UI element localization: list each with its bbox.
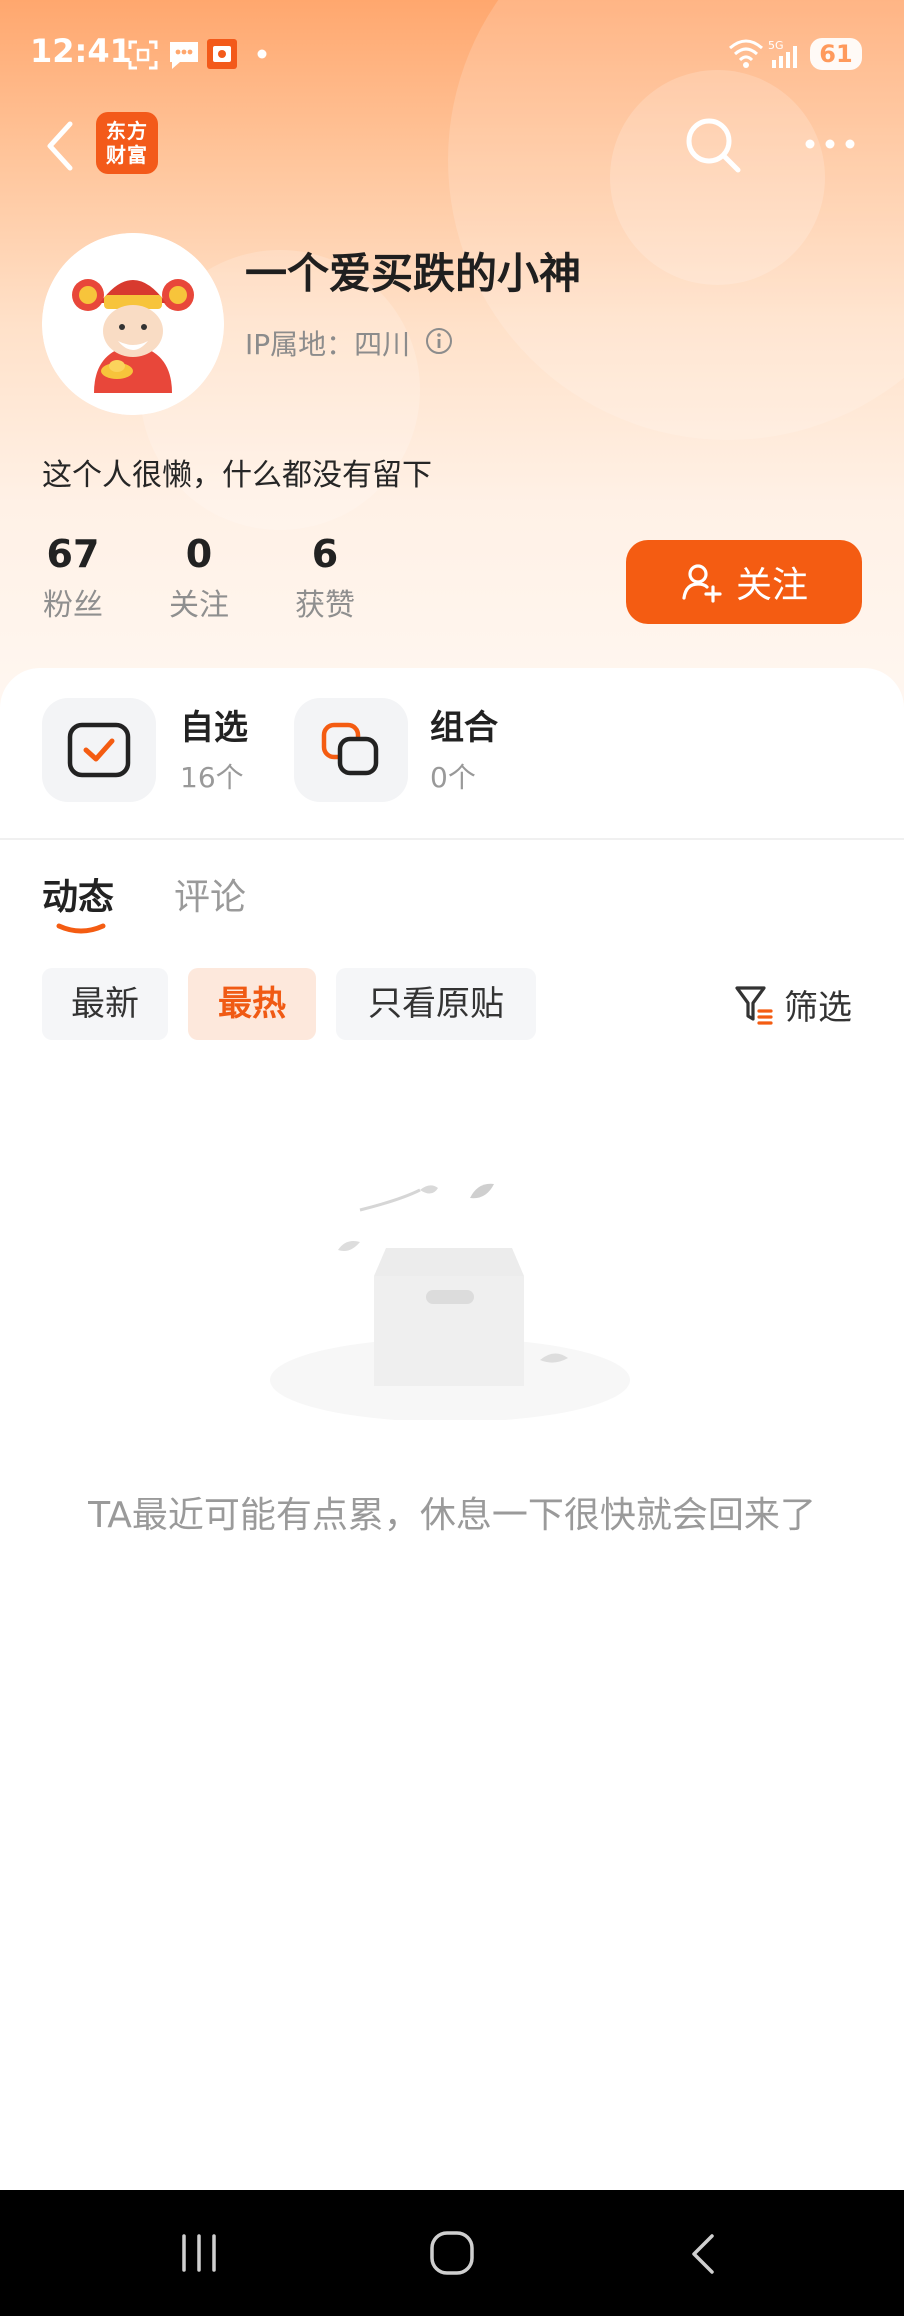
- god-of-wealth-avatar-icon: [42, 233, 224, 415]
- status-time: 12:41: [30, 32, 132, 70]
- message-icon: [170, 42, 198, 69]
- stat-likes[interactable]: 6 获赞: [294, 532, 356, 624]
- app-logo[interactable]: 东方 财富: [96, 112, 158, 174]
- portfolio-title[interactable]: 组合: [430, 700, 498, 749]
- tab-posts[interactable]: 动态: [42, 868, 114, 920]
- follow-button-label: 关注: [735, 565, 808, 606]
- follow-button[interactable]: 关注: [626, 540, 862, 624]
- filter-icon: [735, 986, 773, 1025]
- filter-label: 筛选: [784, 987, 852, 1028]
- chip-hottest[interactable]: 最热: [188, 968, 316, 1040]
- checklist-icon: [67, 722, 131, 778]
- chip-original-only[interactable]: 只看原贴: [336, 968, 536, 1040]
- portfolio-icon: [321, 722, 379, 776]
- app-logo-line: 财富: [106, 143, 148, 167]
- battery-indicator: 61: [810, 38, 862, 70]
- home-icon[interactable]: [428, 2228, 476, 2278]
- svg-text:5G: 5G: [768, 39, 784, 52]
- stat-fans[interactable]: 67 粉丝: [42, 532, 104, 624]
- search-icon[interactable]: [682, 114, 744, 176]
- empty-box-illustration: [270, 1183, 630, 1420]
- ip-location: IP属地：四川: [245, 328, 411, 361]
- watchlist-count: 16个: [180, 761, 244, 794]
- stat-value: 0: [185, 532, 213, 576]
- app-notification-icon: [207, 39, 237, 69]
- info-icon[interactable]: [424, 326, 454, 356]
- active-tab-indicator: [56, 923, 106, 934]
- portfolio-count: 0个: [430, 761, 476, 794]
- stat-value: 67: [46, 532, 100, 576]
- screenshot-icon: [128, 40, 158, 70]
- watchlist-title[interactable]: 自选: [180, 700, 248, 749]
- divider: [0, 838, 904, 840]
- system-nav-bar: [0, 2190, 904, 2316]
- add-user-icon: [682, 564, 722, 603]
- more-dots-icon[interactable]: [800, 124, 860, 164]
- back-icon[interactable]: [684, 2230, 724, 2278]
- tab-comments[interactable]: 评论: [174, 868, 246, 920]
- stat-label: 粉丝: [43, 588, 103, 623]
- watchlist-button[interactable]: [42, 698, 156, 802]
- stat-label: 关注: [169, 588, 229, 623]
- app-logo-line: 东方: [106, 119, 148, 143]
- empty-state-message: TA最近可能有点累，休息一下很快就会回来了: [88, 1495, 816, 1536]
- stat-following[interactable]: 0 关注: [168, 532, 230, 624]
- username: 一个爱买跌的小神: [245, 249, 582, 298]
- avatar[interactable]: [42, 233, 224, 415]
- signal-icon: 5G: [768, 39, 797, 68]
- portfolio-button[interactable]: [294, 698, 408, 802]
- stat-label: 获赞: [295, 588, 355, 623]
- back-chevron-icon[interactable]: [40, 118, 80, 174]
- bio: 这个人很懒，什么都没有留下: [42, 458, 432, 493]
- content-card: [0, 668, 904, 2188]
- recent-apps-icon[interactable]: [176, 2230, 222, 2276]
- status-bar: 12:41 5G 61: [0, 0, 904, 110]
- wifi-icon: [729, 39, 763, 68]
- filter-button[interactable]: 筛选: [734, 976, 852, 1032]
- notification-dot-icon: [257, 49, 267, 59]
- chip-latest[interactable]: 最新: [42, 968, 168, 1040]
- stat-value: 6: [311, 532, 339, 576]
